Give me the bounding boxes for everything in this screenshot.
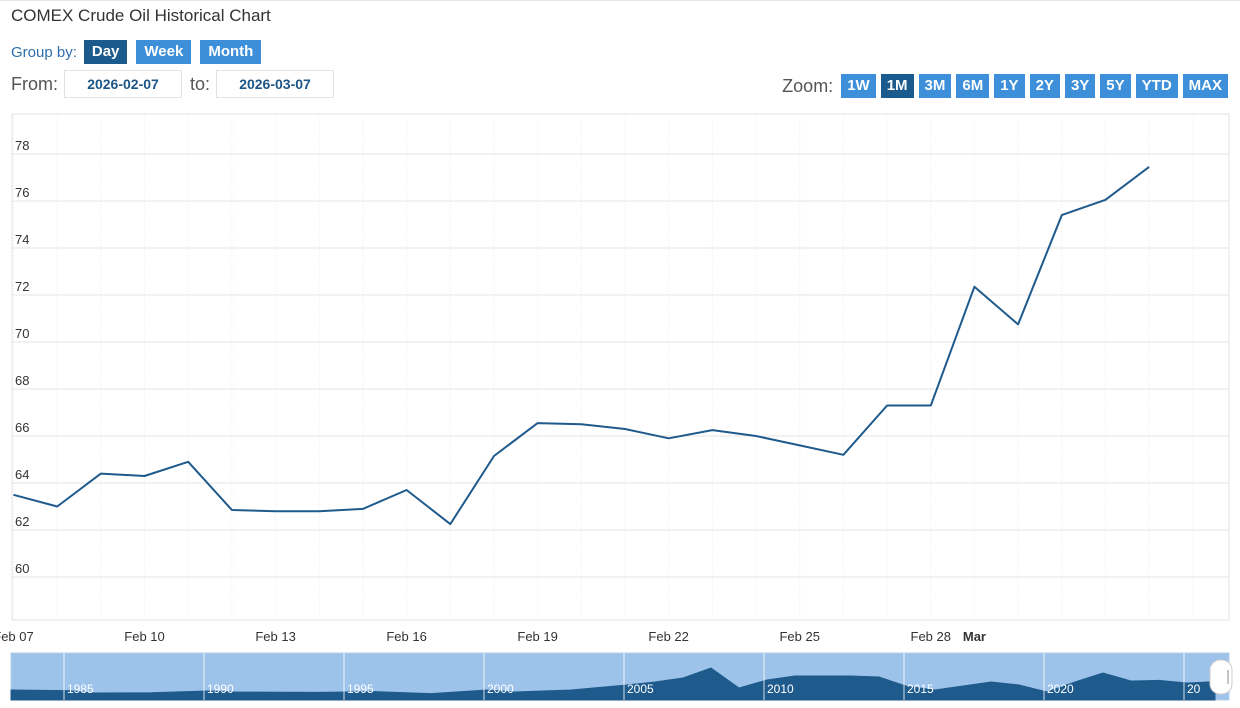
y-tick-label: 64 [15, 467, 29, 482]
x-tick-label: Feb 07 [0, 629, 34, 644]
x-tick-label: Mar [963, 629, 986, 644]
y-tick-label: 60 [15, 561, 29, 576]
navigator-year-label: 1985 [67, 682, 94, 696]
navigator-year-label: 2000 [487, 682, 514, 696]
y-tick-label: 70 [15, 326, 29, 341]
x-tick-label: Feb 25 [779, 629, 819, 644]
y-tick-label: 72 [15, 279, 29, 294]
y-tick-label: 76 [15, 185, 29, 200]
x-tick-label: Feb 10 [124, 629, 164, 644]
x-tick-label: Feb 19 [517, 629, 557, 644]
y-tick-label: 78 [15, 138, 29, 153]
navigator-year-label: 2015 [907, 682, 934, 696]
price-chart: 60 62 64 66 68 70 72 74 76 78 Feb 07 Feb 10 Feb 13 Fe… [0, 113, 1233, 701]
navigator-year-label: 2010 [767, 682, 794, 696]
navigator-year-label: 20 [1187, 682, 1201, 696]
navigator-year-label: 2005 [627, 682, 654, 696]
y-tick-label: 66 [15, 420, 29, 435]
x-tick-label: Feb 22 [648, 629, 688, 644]
plot-area [11, 113, 1230, 621]
navigator-year-label: 1990 [207, 682, 234, 696]
navigator-year-label: 1995 [347, 682, 374, 696]
y-tick-label: 74 [15, 232, 29, 247]
navigator-year-label: 2020 [1047, 682, 1074, 696]
x-tick-label: Feb 16 [386, 629, 426, 644]
y-tick-label: 62 [15, 514, 29, 529]
navigator-handle[interactable] [1209, 659, 1233, 695]
x-tick-label: Feb 28 [911, 629, 951, 644]
x-tick-label: Feb 13 [255, 629, 295, 644]
y-tick-label: 68 [15, 373, 29, 388]
